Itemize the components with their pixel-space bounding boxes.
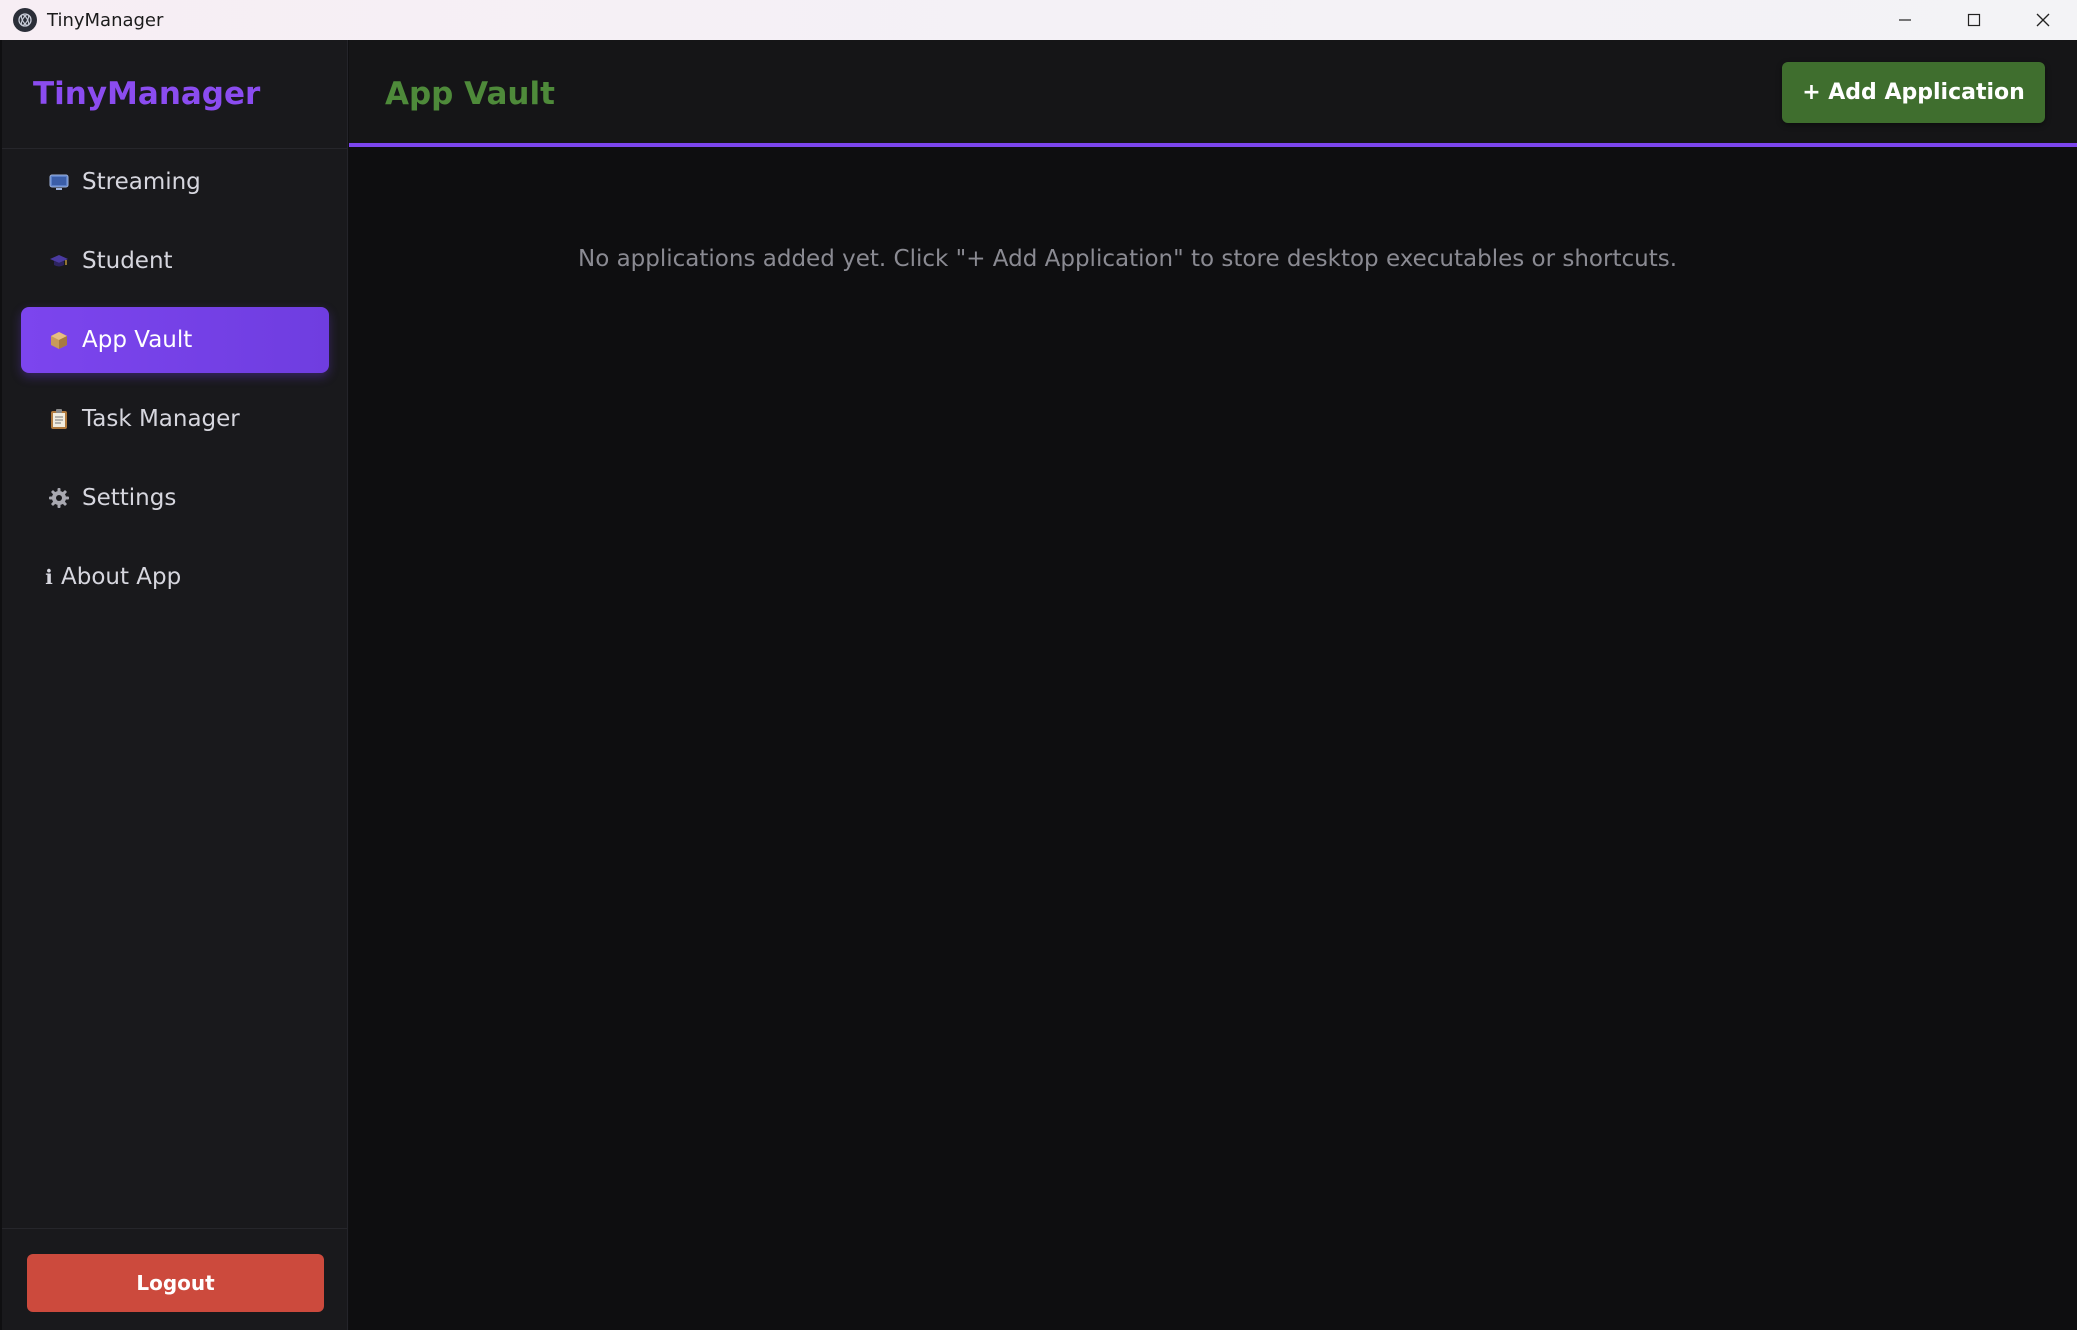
brand-area: TinyManager bbox=[2, 40, 347, 149]
minimize-icon bbox=[1898, 19, 1911, 21]
sidebar-item-label: About App bbox=[61, 564, 182, 590]
sidebar-item-streaming[interactable]: Streaming bbox=[21, 149, 329, 215]
close-window-button[interactable] bbox=[2008, 0, 2077, 40]
sidebar-item-label: Settings bbox=[82, 485, 177, 511]
window-titlebar: TinyManager bbox=[0, 0, 2077, 40]
sidebar-item-label: App Vault bbox=[82, 327, 193, 353]
maximize-button[interactable] bbox=[1939, 0, 2008, 40]
sidebar-item-student[interactable]: Student bbox=[21, 228, 329, 294]
sidebar-item-label: Streaming bbox=[82, 169, 201, 195]
info-icon: ℹ bbox=[45, 565, 53, 589]
gear-icon bbox=[48, 487, 70, 509]
graduation-cap-icon bbox=[48, 250, 70, 272]
window-title: TinyManager bbox=[47, 9, 164, 31]
brand-title: TinyManager bbox=[33, 76, 261, 112]
logout-button[interactable]: Logout bbox=[27, 1254, 324, 1312]
add-application-button[interactable]: + Add Application bbox=[1782, 62, 2045, 123]
page-header: App Vault + Add Application bbox=[349, 40, 2077, 147]
sidebar-item-app-vault[interactable]: App Vault bbox=[21, 307, 329, 373]
sidebar-item-label: Task Manager bbox=[82, 406, 240, 432]
sidebar-item-label: Student bbox=[82, 248, 173, 274]
maximize-icon bbox=[1967, 13, 1980, 27]
sidebar-item-task-manager[interactable]: Task Manager bbox=[21, 386, 329, 452]
minimize-button[interactable] bbox=[1870, 0, 1939, 40]
sidebar-item-about-app[interactable]: ℹ About App bbox=[21, 544, 329, 610]
sidebar-item-settings[interactable]: Settings bbox=[21, 465, 329, 531]
clipboard-icon bbox=[48, 408, 70, 430]
package-icon bbox=[48, 329, 70, 351]
main-content: App Vault + Add Application No applicati… bbox=[349, 40, 2077, 1330]
app-logo-icon bbox=[13, 8, 37, 32]
close-icon bbox=[2036, 13, 2049, 27]
page-title: App Vault bbox=[385, 76, 555, 112]
sidebar-footer: Logout bbox=[2, 1228, 347, 1330]
sidebar: TinyManager Streaming Student App Vault … bbox=[2, 40, 348, 1330]
tv-icon bbox=[48, 171, 70, 193]
empty-state-message: No applications added yet. Click "+ Add … bbox=[578, 246, 1678, 272]
